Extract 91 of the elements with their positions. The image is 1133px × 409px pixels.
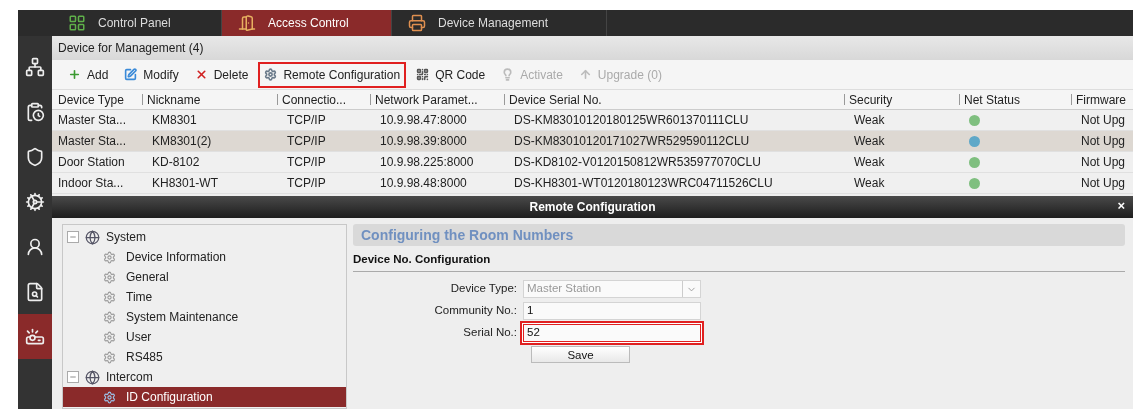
column-header[interactable]: Net Status (964, 90, 1021, 109)
grid-icon (68, 14, 86, 32)
table-cell: KM8301 (152, 113, 197, 127)
table-cell: Door Station (58, 155, 125, 169)
gear-icon (103, 250, 116, 264)
gear-icon (264, 68, 278, 81)
column-header[interactable]: Network Paramet... (375, 90, 478, 109)
panel-header: Device for Management (4) (52, 36, 1133, 60)
field-label: Device Type: (449, 281, 518, 297)
tree-node[interactable]: System (63, 227, 346, 247)
gears-icon (25, 191, 45, 212)
gear-icon (103, 270, 116, 284)
section-title: Device No. Configuration (353, 252, 1125, 272)
column-header[interactable]: Nickname (147, 90, 201, 109)
tree-item[interactable]: RS485 (63, 347, 346, 367)
document-search-icon (25, 281, 45, 302)
table-cell: Not Upg (1081, 113, 1126, 127)
table-cell: KH8301-WT (152, 176, 219, 190)
table-cell: DS-KM83010120171027WR529590112CLU (514, 134, 750, 148)
nav-tab[interactable]: Access Control (222, 10, 392, 36)
table-cell: 10.9.98.47:8000 (380, 113, 467, 127)
bulb-icon (501, 68, 515, 81)
section-banner: Configuring the Room Numbers (353, 224, 1125, 246)
collapse-toggle[interactable] (67, 231, 79, 243)
collapse-toggle[interactable] (67, 371, 79, 383)
table-cell: Weak (854, 176, 885, 190)
dialog-title: Remote Configuration (529, 199, 656, 216)
tree-item[interactable]: Time (63, 287, 346, 307)
gear-icon (103, 390, 116, 404)
edit-icon (124, 68, 138, 81)
table-cell: KM8301(2) (152, 134, 212, 148)
toolbar-button[interactable]: Delete (188, 61, 255, 88)
gear-icon (103, 310, 116, 324)
field-label: Community No.: (433, 303, 518, 319)
qr-code-icon (416, 68, 430, 81)
table-cell: 10.9.98.48:8000 (380, 176, 467, 190)
close-button[interactable]: × (1117, 199, 1125, 212)
column-header[interactable]: Device Serial No. (509, 90, 602, 109)
minus-icon (69, 373, 77, 381)
input-field[interactable]: 52 (523, 324, 701, 342)
tree-item[interactable]: User (63, 327, 346, 347)
tree-item[interactable]: System Maintenance (63, 307, 346, 327)
tree-item[interactable]: ID Configuration (63, 387, 346, 407)
table-cell: Master Sta... (58, 113, 127, 127)
table-cell: DS-KD8102-V0120150812WR535977070CLU (514, 155, 761, 169)
table-cell: Indoor Sta... (58, 176, 124, 190)
table-cell: Weak (854, 113, 885, 127)
column-header[interactable]: Firmware (1076, 90, 1126, 109)
printer-icon (408, 14, 426, 32)
table-cell: TCP/IP (287, 134, 326, 148)
table-cell: TCP/IP (287, 176, 326, 190)
table-row[interactable]: Master Sta... KM8301(2) TCP/IP 10.9.98.39:8000 DS-KM83010120171027WR529590112CLU Weak Not Upg (52, 131, 1133, 152)
table-cell: TCP/IP (287, 155, 326, 169)
clipboard-clock-icon (25, 101, 45, 122)
table-cell: 10.9.98.39:8000 (380, 134, 467, 148)
table-cell: 10.9.98.225:8000 (380, 155, 474, 169)
person-icon (25, 236, 45, 257)
column-header[interactable]: Device Type (52, 90, 124, 109)
gear-icon (103, 290, 116, 304)
shield-icon (25, 146, 45, 167)
toolbar-button[interactable]: Remote Configuration (258, 61, 407, 88)
door-icon (238, 14, 256, 32)
input-field[interactable]: 1 (523, 302, 701, 320)
network-icon (25, 56, 45, 77)
table-cell: Weak (854, 134, 885, 148)
column-header[interactable]: Connectio... (282, 90, 347, 109)
table-cell: Weak (854, 155, 885, 169)
toolbar-button[interactable]: Modify (118, 61, 185, 88)
column-header[interactable]: Security (849, 90, 893, 109)
table-cell: Not Upg (1081, 155, 1126, 169)
plus-icon (68, 68, 81, 81)
gear-icon (103, 330, 116, 344)
minus-icon (69, 233, 77, 241)
table-cell: Master Sta... (58, 134, 127, 148)
table-cell: TCP/IP (287, 113, 326, 127)
table-cell: KD-8102 (152, 155, 200, 169)
table-cell: DS-KM83010120180125WR601370111CLU (514, 113, 749, 127)
delete-icon (194, 68, 208, 81)
tree-item[interactable]: General (63, 267, 346, 287)
gear-icon (103, 350, 116, 364)
toolbar-button[interactable]: QR Code (410, 61, 492, 88)
device-icon (25, 326, 45, 347)
table-cell: Not Upg (1081, 134, 1126, 148)
toolbar-button[interactable]: Add (62, 61, 115, 88)
save-button[interactable]: Save (531, 346, 630, 363)
tree-node[interactable]: Intercom (63, 367, 346, 387)
field-label: Serial No.: (462, 325, 518, 341)
table-cell: Not Upg (1081, 176, 1126, 190)
tree-item[interactable]: Device Information (63, 247, 346, 267)
upload-icon (578, 68, 592, 81)
table-cell: DS-KH8301-WT0120180123WRC04711526CLU (514, 176, 773, 190)
